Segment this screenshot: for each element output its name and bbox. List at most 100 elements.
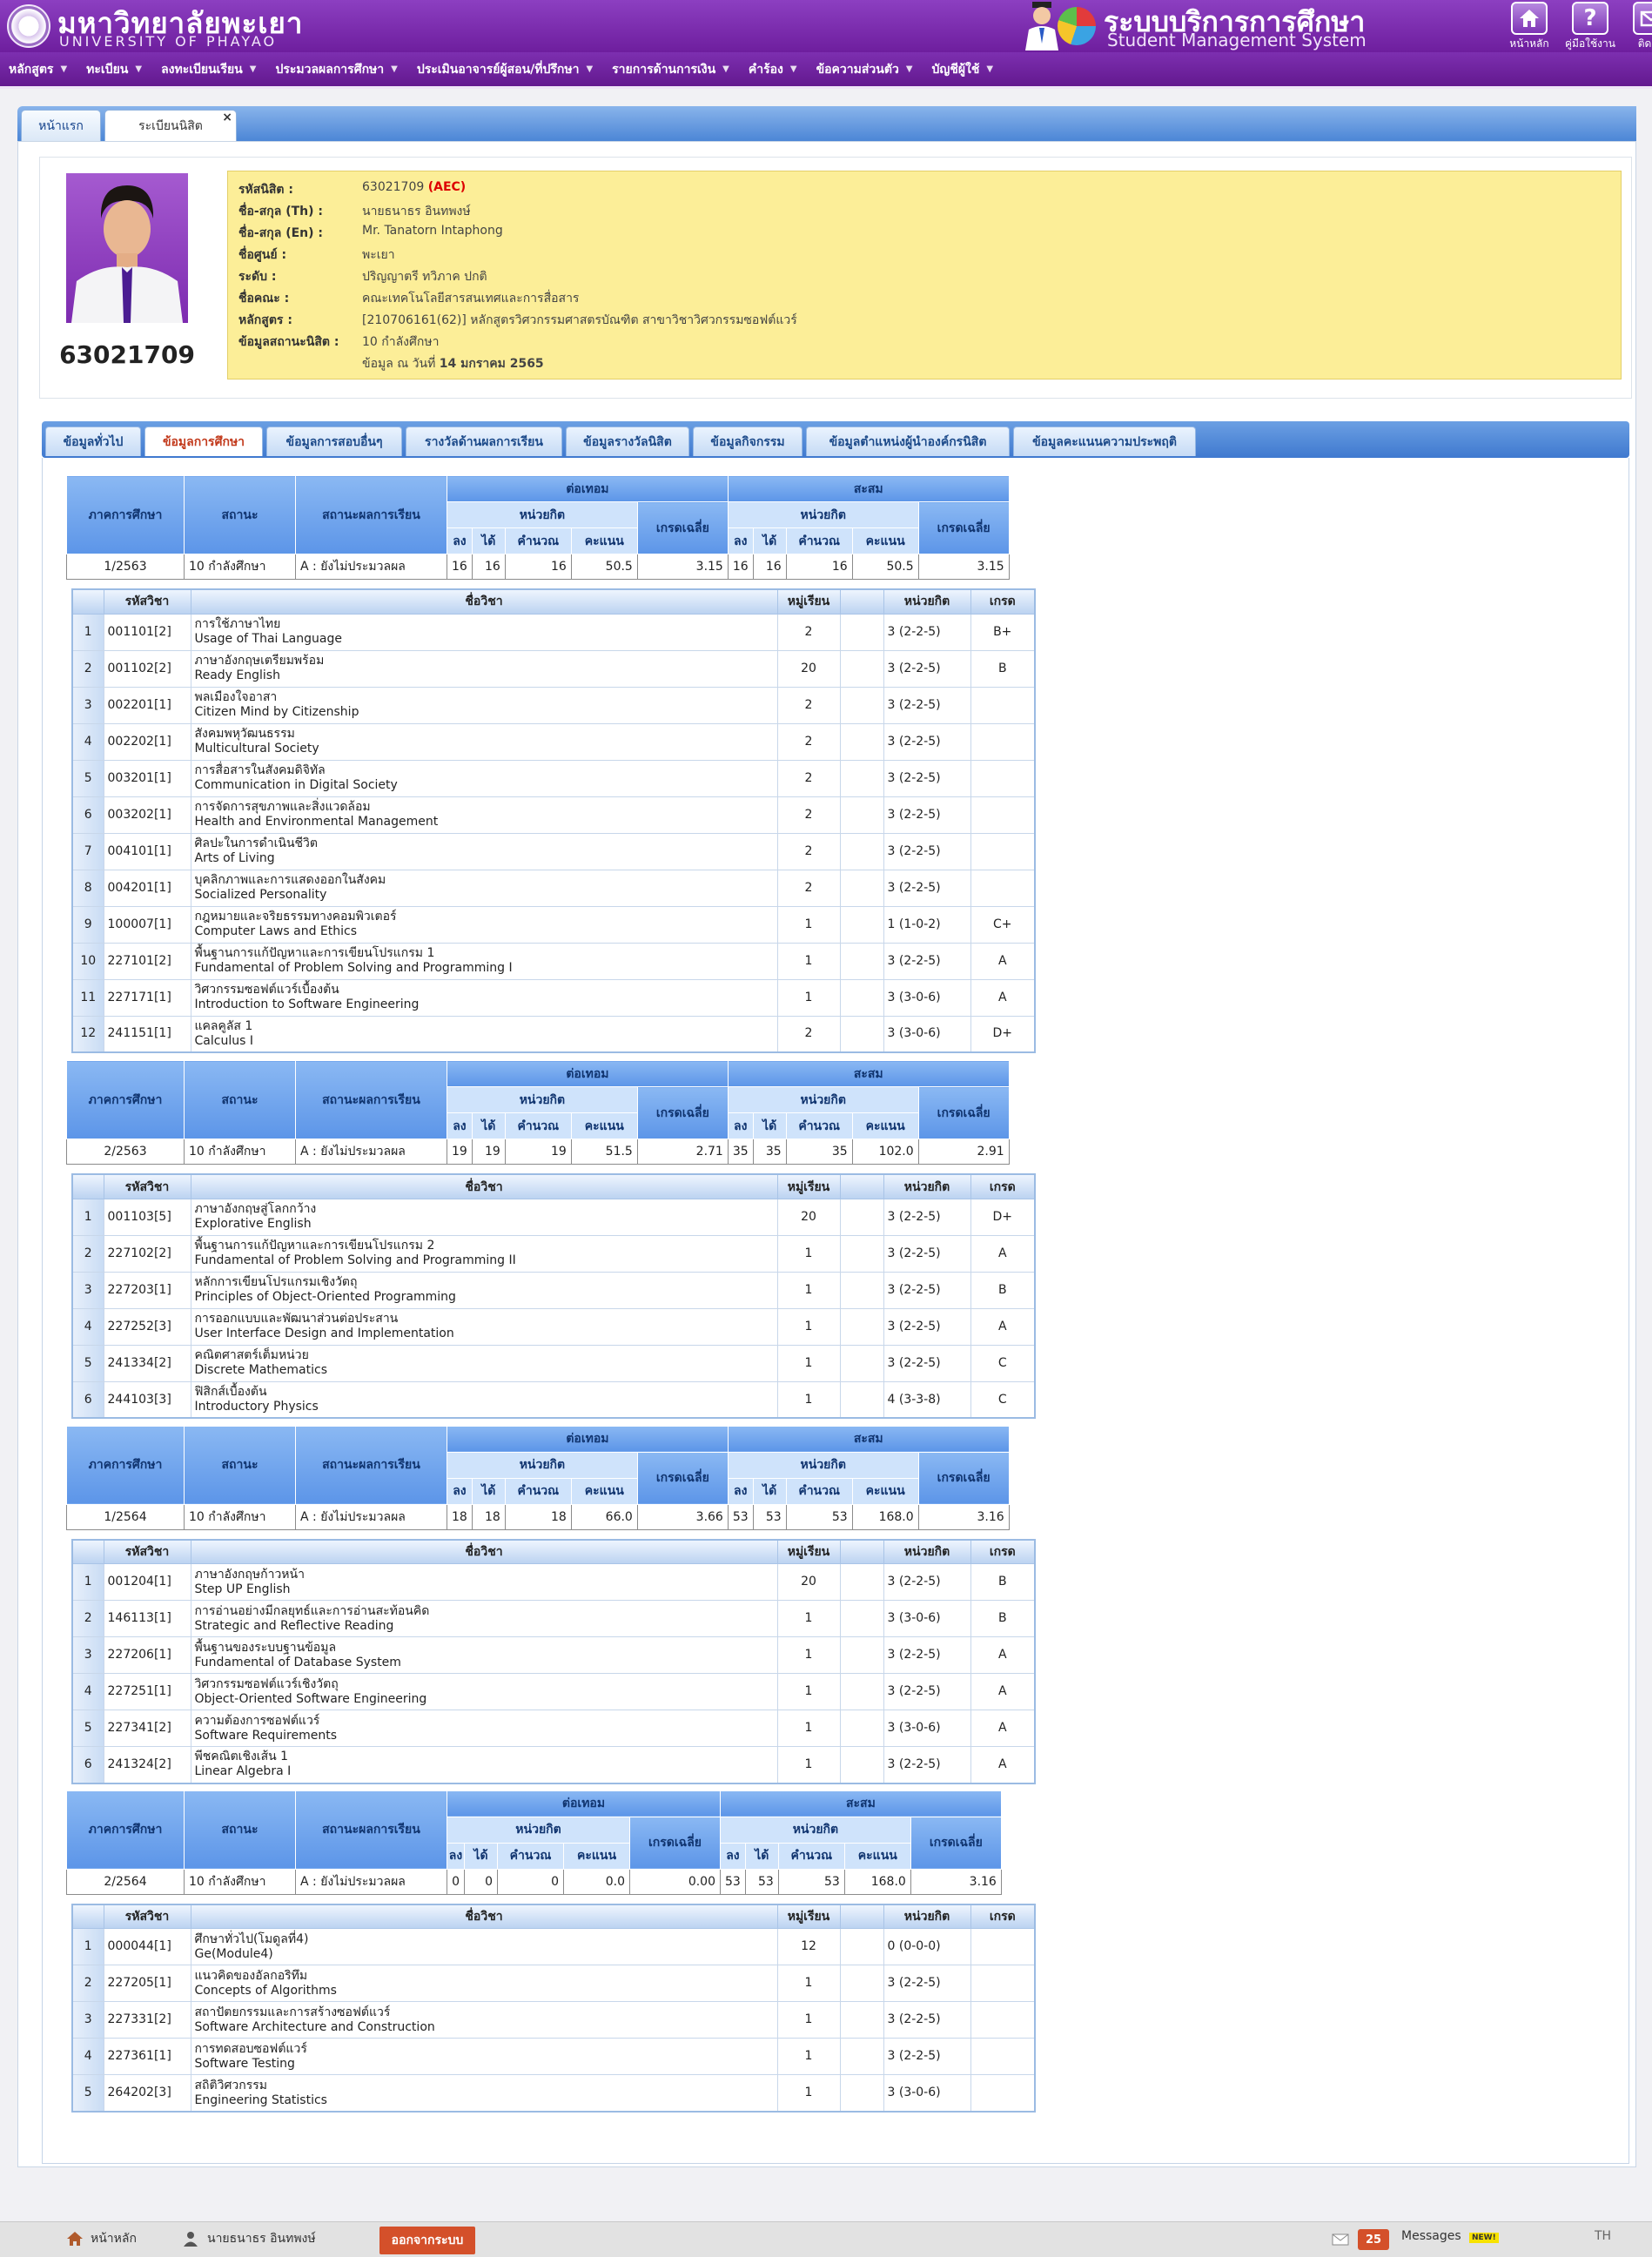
cum-reg-cell: 53 <box>720 1868 746 1895</box>
course-blank <box>839 2038 884 2076</box>
course-row[interactable]: 4 227252[3] การออกแบบและพัฒนาส่วนต่อประส… <box>71 1307 1036 1346</box>
course-row[interactable]: 1 000044[1] ศึกษาทั่วไป(โมดูลที่4) Ge(Mod… <box>71 1928 1036 1966</box>
course-blank <box>839 2074 884 2113</box>
help-button[interactable]: ? คู่มือใช้งาน <box>1560 2 1621 52</box>
header-cum-gpa: เกรดเฉลี่ย <box>917 1451 1010 1505</box>
tab-student-record[interactable]: ระเบียนนิสิต × <box>104 110 237 141</box>
menu-curriculum[interactable]: หลักสูตร ▼ <box>9 60 67 79</box>
header-credits: หน่วยกิต <box>883 1173 971 1199</box>
course-name-th: ความต้องการซอฟต์แวร์ <box>194 1713 320 1728</box>
header-grade: เกรด <box>970 1539 1036 1565</box>
course-row[interactable]: 4 227251[1] วิศวกรรมซอฟต์แวร์เชิงวัตถุ Ob… <box>71 1673 1036 1711</box>
tab-home[interactable]: หน้าแรก <box>21 110 101 141</box>
course-row[interactable]: 3 227331[2] สถาปัตยกรรมและการสร้างซอฟต์แ… <box>71 2001 1036 2039</box>
course-name: พลเมืองใจอาสา Citizen Mind by Citizenship <box>190 686 778 724</box>
header-course-name: ชื่อวิชา <box>190 1904 778 1930</box>
footer-user[interactable]: นายธนาธร อินทพงษ์ <box>183 2229 316 2248</box>
course-row[interactable]: 8 004201[1] บุคลิกภาพและการแสดงออกในสังค… <box>71 869 1036 907</box>
tab-education-info[interactable]: ข้อมูลการศึกษา <box>144 427 263 456</box>
course-row[interactable]: 11 227171[1] วิศวกรรมซอฟต์แวร์เบื้องต้น I… <box>71 978 1036 1017</box>
menu-registry[interactable]: ทะเบียน ▼ <box>86 60 142 79</box>
course-row[interactable]: 1 001204[1] ภาษาอังกฤษก้าวหน้า Step UP En… <box>71 1563 1036 1602</box>
header-status: สถานะ <box>184 1425 296 1505</box>
semester-summary-row: 2/2563 10 กำลังศึกษา A : ยังไม่ประมวลผล … <box>66 1139 1010 1165</box>
cum-earned-cell: 35 <box>752 1139 787 1165</box>
language-switch[interactable]: TH <box>1595 2229 1611 2243</box>
course-row[interactable]: 12 241151[1] แคลคูลัส 1 Calculus I 2 3 (3… <box>71 1015 1036 1053</box>
tab-conduct-score[interactable]: ข้อมูลคะแนนความประพฤติ <box>1013 427 1196 456</box>
close-icon[interactable]: × <box>222 111 232 124</box>
tab-label: ข้อมูลทั่วไป <box>63 434 124 449</box>
row-number: 10 <box>71 942 104 980</box>
row-number: 2 <box>71 1965 104 2003</box>
course-row[interactable]: 3 227203[1] หลักการเขียนโปรแกรมเชิงวัตถุ… <box>71 1271 1036 1309</box>
course-row[interactable]: 10 227101[2] พื้นฐานการแก้ปัญหาและการเขี… <box>71 942 1036 980</box>
course-row[interactable]: 3 002201[1] พลเมืองใจอาสา Citizen Mind by… <box>71 686 1036 724</box>
course-row[interactable]: 6 003202[1] การจัดการสุขภาพและสิ่งแวดล้อ… <box>71 796 1036 834</box>
cum-calc-cell: 53 <box>785 1503 853 1530</box>
tab-leadership[interactable]: ข้อมูลตำแหน่งผู้นำองค์กรนิสิต <box>806 427 1010 456</box>
course-row[interactable]: 5 241334[2] คณิตศาสตร์เต็มหน่วย Discrete … <box>71 1344 1036 1382</box>
course-credits: 3 (3-0-6) <box>883 1710 971 1748</box>
menu-label: ประมวลผลการศึกษา <box>275 62 385 77</box>
envelope-icon <box>1332 2233 1349 2246</box>
menu-messages[interactable]: ข้อความส่วนตัว ▼ <box>816 60 913 79</box>
tab-student-awards[interactable]: ข้อมูลรางวัลนิสิต <box>566 427 689 456</box>
menu-enrollment[interactable]: ลงทะเบียนเรียน ▼ <box>161 60 256 79</box>
course-code: 264202[3] <box>103 2074 191 2113</box>
course-row[interactable]: 1 001103[5] ภาษาอังกฤษสู่โลกกว้าง Explora… <box>71 1198 1036 1236</box>
course-row[interactable]: 4 227361[1] การทดสอบซอฟต์แวร์ Software Te… <box>71 2038 1036 2076</box>
university-logo[interactable] <box>7 4 50 48</box>
term-earned-cell: 19 <box>471 1139 506 1165</box>
course-row[interactable]: 6 241324[2] พีชคณิตเชิงเส้น 1 Linear Alge… <box>71 1746 1036 1784</box>
course-row[interactable]: 9 100007[1] กฎหมายและจริยธรรมทางคอมพิวเต… <box>71 905 1036 944</box>
course-credits: 3 (2-2-5) <box>883 1234 971 1273</box>
course-name-en: Arts of Living <box>194 851 275 865</box>
header-cum-credits: หน่วยกิต <box>727 1086 919 1114</box>
tab-general-info[interactable]: ข้อมูลทั่วไป <box>45 427 141 456</box>
course-row[interactable]: 5 264202[3] สถิติวิศวกรรม Engineering Sta… <box>71 2074 1036 2113</box>
logout-button[interactable]: ออกจากระบบ <box>379 2227 475 2254</box>
course-row[interactable]: 2 001102[2] ภาษาอังกฤษเตรียมพร้อม Ready E… <box>71 649 1036 688</box>
messages-link[interactable]: Messages <box>1401 2229 1461 2243</box>
info-label: ชื่อศูนย์ : <box>238 248 287 262</box>
tab-activities[interactable]: ข้อมูลกิจกรรม <box>693 427 802 456</box>
menu-account[interactable]: บัญชีผู้ใช้ ▼ <box>932 60 994 79</box>
home-icon <box>67 2232 83 2246</box>
course-grade: A <box>970 942 1036 980</box>
tab-academic-awards[interactable]: รางวัลด้านผลการเรียน <box>406 427 562 456</box>
menu-evaluation[interactable]: ประเมินอาจารย์ผู้สอน/ที่ปรึกษา ▼ <box>417 60 593 79</box>
course-name-th: การทดสอบซอฟต์แวร์ <box>194 2041 307 2056</box>
header-status: สถานะ <box>184 1790 296 1870</box>
course-row[interactable]: 2 146113[1] การอ่านอย่างมีกลยุทธ์และการอ… <box>71 1600 1036 1638</box>
course-row[interactable]: 1 001101[2] การใช้ภาษาไทย Usage of Thai L… <box>71 613 1036 651</box>
course-name-en: Introduction to Software Engineering <box>194 998 420 1011</box>
course-row[interactable]: 4 002202[1] สังคมพหุวัฒนธรรม Multicultura… <box>71 722 1036 761</box>
cum-reg-cell: 53 <box>727 1503 754 1530</box>
header-cumulative: สะสม <box>727 1425 1010 1453</box>
course-row[interactable]: 5 227341[2] ความต้องการซอฟต์แวร์ Software… <box>71 1710 1036 1748</box>
course-grade: B+ <box>970 613 1036 651</box>
menu-requests[interactable]: คำร้อง ▼ <box>749 60 797 79</box>
course-row[interactable]: 5 003201[1] การสื่อสารในสังคมดิจิทัล Comm… <box>71 759 1036 797</box>
message-count-badge[interactable]: 25 <box>1358 2229 1389 2250</box>
menu-finance[interactable]: รายการด้านการเงิน ▼ <box>612 60 729 79</box>
contact-button[interactable]: ติดต่อ <box>1621 2 1652 52</box>
course-blank <box>839 942 884 980</box>
row-number: 5 <box>71 1344 104 1382</box>
course-row[interactable]: 2 227102[2] พื้นฐานการแก้ปัญหาและการเขีย… <box>71 1234 1036 1273</box>
term-calc-cell: 16 <box>504 554 572 580</box>
course-row[interactable]: 2 227205[1] แนวคิดของอัลกอริทึม Concepts … <box>71 1965 1036 2003</box>
course-name-en: Socialized Personality <box>194 888 327 902</box>
header-points: คะแนน <box>570 1112 638 1140</box>
status-cell: 10 กำลังศึกษา <box>184 554 296 580</box>
menu-grades[interactable]: ประมวลผลการศึกษา ▼ <box>275 60 397 79</box>
course-name: ฟิสิกส์เบื้องต้น Introductory Physics <box>190 1380 778 1419</box>
tab-other-exams[interactable]: ข้อมูลการสอบอื่นๆ <box>266 427 402 456</box>
course-row[interactable]: 3 227206[1] พื้นฐานของระบบฐานข้อมูล Funda… <box>71 1636 1036 1675</box>
course-grade <box>970 1965 1036 2003</box>
home-button[interactable]: หน้าหลัก <box>1499 2 1560 52</box>
footer-home-link[interactable]: หน้าหลัก <box>66 2229 137 2248</box>
course-row[interactable]: 6 244103[3] ฟิสิกส์เบื้องต้น Introductory… <box>71 1380 1036 1419</box>
course-row[interactable]: 7 004101[1] ศิลปะในการดำเนินชีวิต Arts of… <box>71 832 1036 870</box>
